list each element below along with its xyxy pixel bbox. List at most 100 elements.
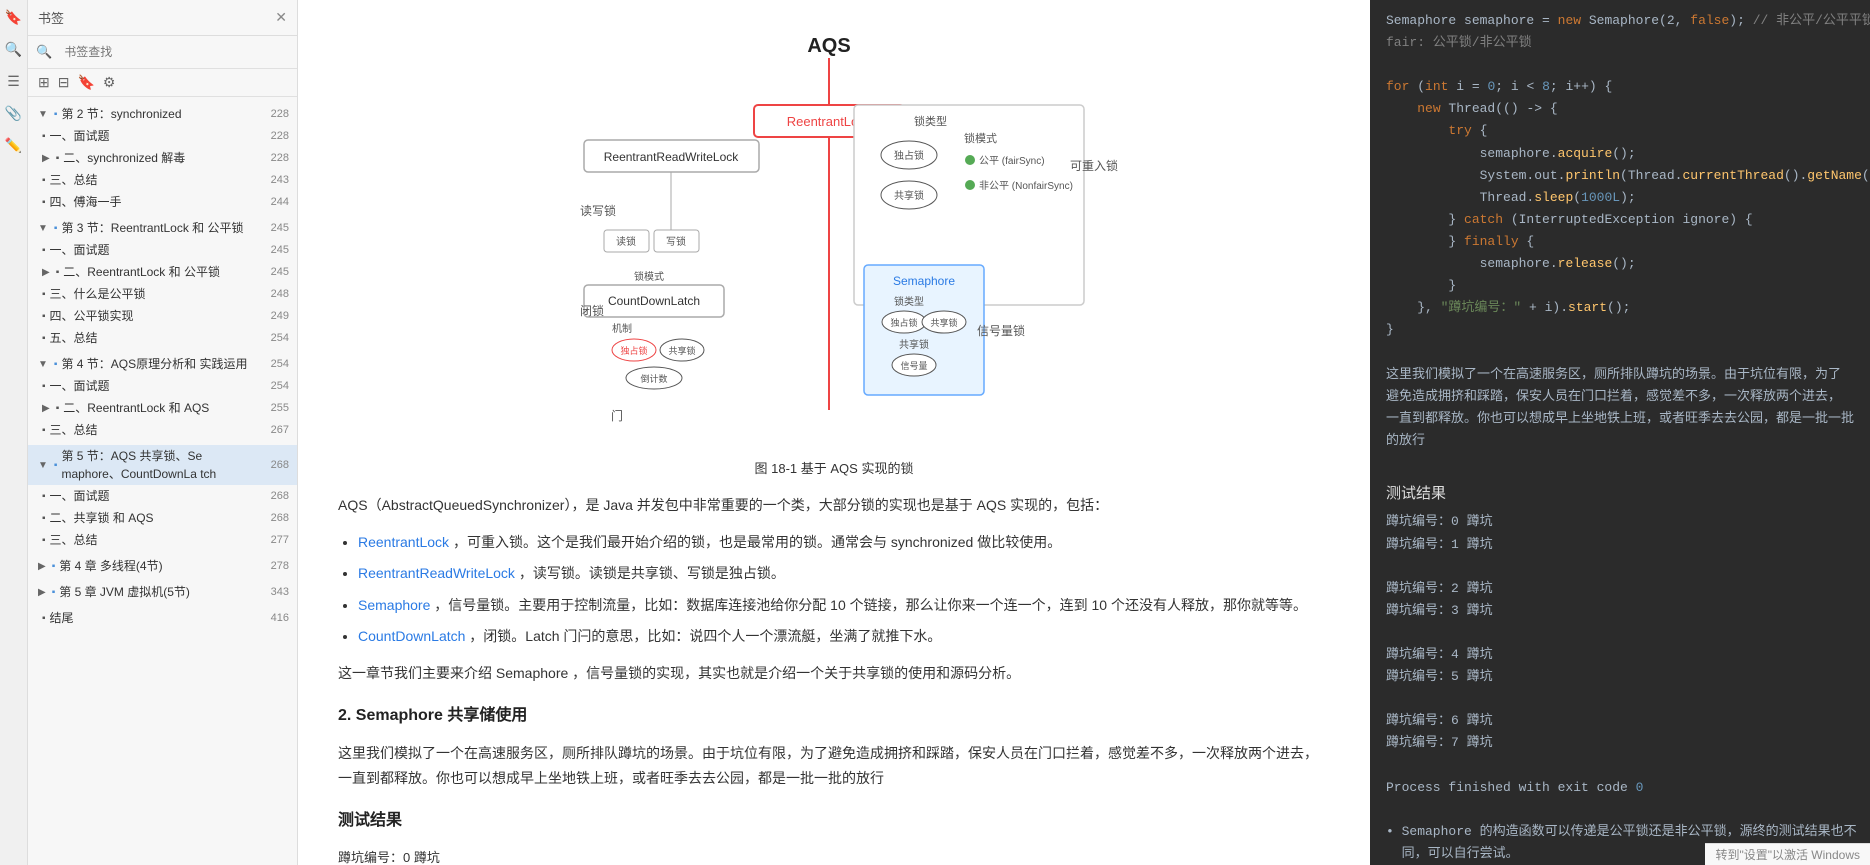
svg-text:独占锁: 独占锁 xyxy=(890,317,917,328)
sidebar-item-ch4[interactable]: ▼ ▪ 第 4 节：AQS原理分析和 实践运用 254 xyxy=(28,353,297,375)
svg-text:ReentrantReadWriteLock: ReentrantReadWriteLock xyxy=(604,150,740,164)
section2-title: 2. Semaphore 共享储使用 xyxy=(338,702,1330,731)
test-result-title: 测试结果 xyxy=(338,807,1330,836)
sidebar-item-ch4-1[interactable]: ▪一、面试题 254 xyxy=(28,375,297,397)
search-input[interactable] xyxy=(58,42,289,62)
list-item: ▶ ▪ 第 5 章 JVM 虚拟机(5节) 343 xyxy=(28,579,297,605)
close-icon[interactable]: ✕ xyxy=(275,9,287,26)
sidebar-item-ch4-2[interactable]: ▶ ▪ 二、ReentrantLock 和 AQS 255 xyxy=(28,397,297,419)
sidebar-item-ch5-1[interactable]: ▪一、面试题 268 xyxy=(28,485,297,507)
section-label: 三、总结 xyxy=(50,531,98,549)
page-number: 228 xyxy=(261,150,289,167)
section-label: 二、ReentrantLock 和 AQS xyxy=(63,399,209,417)
bottom-bar: 转到"设置"以激活 Windows xyxy=(1705,843,1870,865)
code-line xyxy=(1386,755,1854,777)
result-0: 蹲坑编号：0 蹲坑 xyxy=(338,846,1330,865)
sidebar-item-ch5-2[interactable]: ▪二、共享锁 和 AQS 268 xyxy=(28,507,297,529)
bookmark-list-icon[interactable]: 🔖 xyxy=(77,74,94,91)
collapse-all-icon[interactable]: ⊟ xyxy=(58,74,70,91)
code-line: 蹲坑编号：1 蹲坑 xyxy=(1386,534,1854,556)
sidebar-item-ch3-1[interactable]: ▪一、面试题 245 xyxy=(28,239,297,261)
section-label: 四、傅海一手 xyxy=(50,193,122,211)
expand-all-icon[interactable]: ⊞ xyxy=(38,74,50,91)
svg-text:读写锁: 读写锁 xyxy=(580,203,616,218)
chapter-dot: ▪ xyxy=(54,357,58,372)
sidebar-item-end[interactable]: ▪结尾 416 xyxy=(28,607,297,629)
code-line xyxy=(1386,622,1854,644)
expand-icon: ▶ xyxy=(38,559,46,574)
bottom-bar-text[interactable]: 转到"设置"以激活 Windows xyxy=(1715,848,1860,862)
section-label: 结尾 xyxy=(50,609,74,627)
code-line: 避免造成拥挤和踩踏，保安人员在门口拦着，感觉差不多，一次释放两个进去， xyxy=(1386,386,1854,408)
sidebar-search: 🔍 xyxy=(28,36,297,69)
section-icon: ▪ xyxy=(42,379,46,394)
svg-text:倒计数: 倒计数 xyxy=(640,373,667,384)
semaphore-link[interactable]: Semaphore xyxy=(358,597,430,613)
sidebar-item-ch2-2[interactable]: ▶ ▪ 二、synchronized 解毒 228 xyxy=(28,147,297,169)
page-number: 278 xyxy=(261,558,289,575)
countdownlatch-link[interactable]: CountDownLatch xyxy=(358,628,465,644)
chapter-label: 第 3 节：ReentrantLock 和 公平锁 xyxy=(61,219,243,237)
sidebar-item-ch2-4[interactable]: ▪ 四、傅海一手 244 xyxy=(28,191,297,213)
svg-text:非公平 (NonfairSync): 非公平 (NonfairSync) xyxy=(979,180,1073,192)
sidebar-item-ch3[interactable]: ▼ ▪ 第 3 节：ReentrantLock 和 公平锁 245 xyxy=(28,217,297,239)
page-number: 343 xyxy=(261,584,289,601)
code-line xyxy=(1386,341,1854,363)
bookmark-icon[interactable]: 🔖 xyxy=(3,6,25,28)
code-line xyxy=(1386,556,1854,578)
sidebar-item-ch3-4[interactable]: ▪四、公平锁实现 249 xyxy=(28,305,297,327)
chapter-dot: ▪ xyxy=(52,585,56,600)
section-icon: ▪ xyxy=(42,243,46,258)
page-number: 254 xyxy=(261,378,289,395)
sidebar-item-ch7[interactable]: ▶ ▪ 第 5 章 JVM 虚拟机(5节) 343 xyxy=(28,581,297,603)
svg-text:CountDownLatch: CountDownLatch xyxy=(608,294,700,308)
code-line: for (int i = 0; i < 8; i++) { xyxy=(1386,76,1854,98)
toc-icon[interactable]: ☰ xyxy=(3,70,25,92)
svg-text:信号量锁: 信号量锁 xyxy=(977,323,1025,338)
sidebar-item-ch3-5[interactable]: ▪五、总结 254 xyxy=(28,327,297,349)
page-number: 268 xyxy=(261,510,289,527)
section-label: 三、什么是公平锁 xyxy=(50,285,146,303)
svg-text:机制: 机制 xyxy=(612,322,632,335)
sidebar-item-ch5-3[interactable]: ▪三、总结 277 xyxy=(28,529,297,551)
doc-area[interactable]: AQS ReentrantLock 锁类型 独占锁 xyxy=(298,0,1370,865)
page-number: 228 xyxy=(261,106,289,123)
settings-icon[interactable]: ⚙ xyxy=(103,74,116,91)
reentrantlock-link[interactable]: ReentrantLock xyxy=(358,534,449,550)
expand-icon: ▼ xyxy=(38,458,48,473)
svg-text:闭锁: 闭锁 xyxy=(580,303,604,318)
section-label: 三、总结 xyxy=(50,171,98,189)
code-line: semaphore.release(); xyxy=(1386,253,1854,275)
svg-text:独占锁: 独占锁 xyxy=(894,149,924,162)
section-label: 一、面试题 xyxy=(50,487,110,505)
page-number: 245 xyxy=(261,264,289,281)
sidebar-content: ▼ ▪ 第 2 节：synchronized 228 ▪ 一、面试题 228 ▶… xyxy=(28,97,297,865)
feature-list: ReentrantLock ，可重入锁。这个是我们最开始介绍的锁，也是最常用的锁… xyxy=(358,530,1330,649)
sidebar-item-ch2-3[interactable]: ▪ 三、总结 243 xyxy=(28,169,297,191)
sidebar-item-ch2-1[interactable]: ▪ 一、面试题 228 xyxy=(28,125,297,147)
reentrantreadwritelock-link[interactable]: ReentrantReadWriteLock xyxy=(358,565,515,581)
list-item-countdownlatch: CountDownLatch ，闭锁。Latch 门闩的意思，比如：说四个人一个… xyxy=(358,624,1330,649)
annotation-icon[interactable]: ✏️ xyxy=(3,134,25,156)
expand-icon: ▶ xyxy=(42,151,50,166)
sidebar-item-ch3-3[interactable]: ▪三、什么是公平锁 248 xyxy=(28,283,297,305)
sidebar-item-ch3-2[interactable]: ▶ ▪ 二、ReentrantLock 和 公平锁 245 xyxy=(28,261,297,283)
page-number: 248 xyxy=(261,286,289,303)
sidebar-item-ch5[interactable]: ▼ ▪ 第 5 节：AQS 共享锁、Se maphore、CountDownLa… xyxy=(28,445,297,485)
search-icon-small: 🔍 xyxy=(36,44,52,60)
attachment-icon[interactable]: 📎 xyxy=(3,102,25,124)
sidebar-item-ch4-3[interactable]: ▪三、总结 267 xyxy=(28,419,297,441)
sidebar-item-ch6[interactable]: ▶ ▪ 第 4 章 多线程(4节) 278 xyxy=(28,555,297,577)
code-line: } finally { xyxy=(1386,231,1854,253)
section-icon: ▪ xyxy=(42,173,46,188)
code-line: Semaphore semaphore = new Semaphore(2, f… xyxy=(1386,10,1854,32)
search-icon[interactable]: 🔍 xyxy=(3,38,25,60)
svg-text:门: 门 xyxy=(611,408,623,423)
sidebar-header: 书签 ✕ xyxy=(28,0,297,36)
code-line: Thread.sleep(1000L); xyxy=(1386,187,1854,209)
sidebar-item-ch2[interactable]: ▼ ▪ 第 2 节：synchronized 228 xyxy=(28,103,297,125)
expand-icon: ▶ xyxy=(42,265,50,280)
list-item-semaphore: Semaphore ，信号量锁。主要用于控制流量，比如：数据库连接池给你分配 1… xyxy=(358,593,1330,618)
code-line: 蹲坑编号：7 蹲坑 xyxy=(1386,732,1854,754)
svg-text:读锁: 读锁 xyxy=(616,235,636,248)
